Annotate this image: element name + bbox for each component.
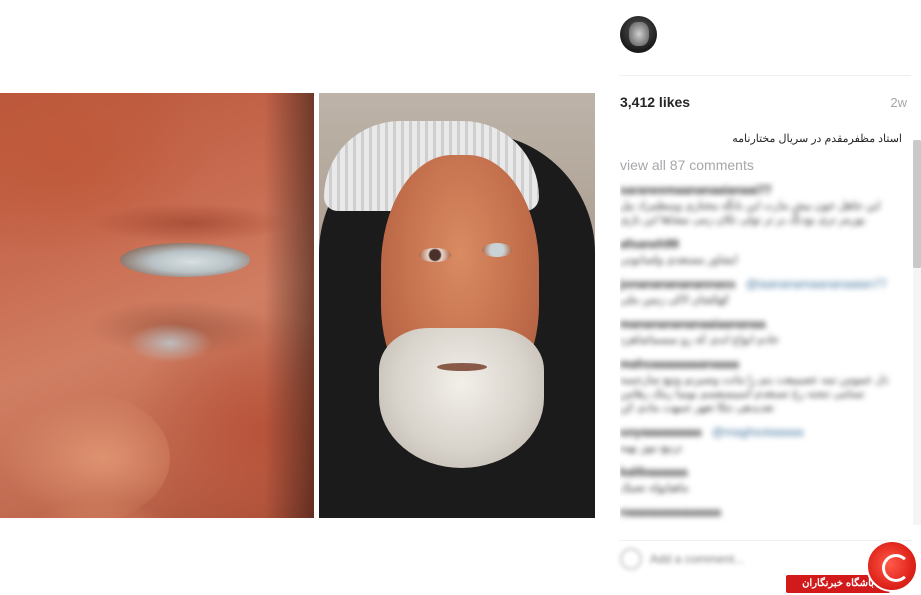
header-divider (619, 75, 911, 76)
portrait-beard (379, 328, 544, 468)
profile-avatar[interactable] (620, 16, 657, 53)
closeup-shadow (264, 93, 314, 518)
post-caption: استاد مظفرمقدم در سریال مختارنامه (732, 133, 902, 145)
likes-count[interactable]: 3,412 likes (620, 94, 690, 110)
comment-user[interactable]: mahsaaaaaaaanaaaa (620, 357, 739, 371)
comment-text: خادم انواع اندی که رو نمسماشاهرد (620, 334, 780, 346)
portrait-mouth (437, 363, 487, 371)
portrait-eye-left (482, 243, 512, 257)
scroll-thumb[interactable] (913, 140, 921, 268)
comment-mention[interactable]: @iaananamaananaaian77 (746, 277, 887, 291)
watermark-logo-icon (866, 540, 918, 592)
comment-item: uoyaaaaaaaaa @maghsotaaaaa ترنیع نیوز به… (620, 423, 900, 455)
comment-user[interactable]: uoyaaaaaaaaa (620, 425, 701, 439)
comment-text: این جاهل خون بیش مارت این بانگه مختاری و… (620, 200, 881, 226)
comment-item: naaaaaaaaaaaaaa (620, 503, 900, 521)
comment-user[interactable]: naaaaaaaaaaaaaa (620, 505, 721, 519)
comment-item: saraneemaananaaianaai77 این جاهل خون بیش… (620, 181, 900, 227)
comment-item: mahsaaaaaaaanaaaa ذل عمومن تمه عصیبیعت ب… (620, 355, 900, 415)
heart-icon[interactable] (620, 548, 642, 570)
post-sidebar: 3,412 likes 2w استاد مظفرمقدم در سریال م… (600, 0, 921, 595)
comment-item: jonananananannass @iaananamaananaaian77 … (620, 275, 900, 307)
portrait-eye-right (419, 248, 451, 262)
comment-text: ترنیع نیوز بهبه (620, 442, 683, 454)
comment-item: afsaneh99 ایشاور مستعدی ولسابونی (620, 235, 900, 267)
closeup-photo (0, 93, 314, 518)
closeup-eye (120, 243, 250, 277)
portrait-photo (319, 93, 595, 518)
comment-user[interactable]: jonananananannass (620, 277, 735, 291)
footer-divider (619, 540, 911, 541)
closeup-nose (0, 393, 170, 518)
comment-user[interactable]: kalibaaaaaa (620, 465, 687, 479)
comment-input[interactable] (650, 550, 850, 568)
comments-list: saraneemaananaaianaai77 این جاهل خون بیش… (620, 181, 900, 533)
comment-item: manananananaaiaananaa خادم انواع اندی که… (620, 315, 900, 347)
closeup-brow (90, 203, 290, 243)
comment-user[interactable]: afsaneh99 (620, 237, 679, 251)
view-all-comments-link[interactable]: view all 87 comments (620, 157, 754, 173)
post-age[interactable]: 2w (890, 95, 907, 110)
comments-scrollbar[interactable] (913, 140, 921, 525)
comment-user[interactable]: manananananaaiaananaa (620, 317, 765, 331)
comment-text: کهکشان لاکی زمین ملی (620, 294, 730, 306)
post-photo[interactable] (0, 0, 600, 595)
comment-text: ماهیاپوله تصیک (620, 482, 689, 494)
comment-mention[interactable]: @maghsotaaaaa (712, 425, 804, 439)
comment-user[interactable]: saraneemaananaaianaai77 (620, 183, 771, 197)
comment-text: ایشاور مستعدی ولسابونی (620, 254, 738, 266)
comment-text: ذل عمومن تمه عصیبیعت بنم را مانت وصیرنم … (620, 374, 889, 414)
comment-item: kalibaaaaaa ماهیاپوله تصیک (620, 463, 900, 495)
